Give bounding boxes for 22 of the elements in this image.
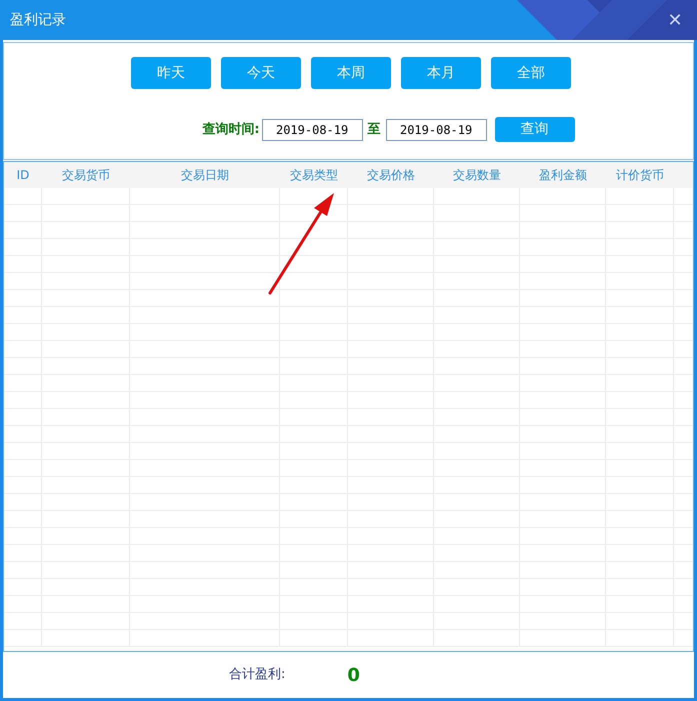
end-date-field[interactable]: 2019-08-19 xyxy=(386,118,487,140)
close-button[interactable]: ✕ xyxy=(663,8,687,32)
range-button[interactable]: 本周 xyxy=(311,57,391,89)
total-profit-label: 合计盈利: xyxy=(229,666,286,684)
start-date-field[interactable]: 2019-08-19 xyxy=(262,118,363,140)
range-button[interactable]: 全部 xyxy=(491,57,571,89)
separator-label: 至 xyxy=(368,120,381,139)
column-header[interactable]: 交易货币 xyxy=(42,162,130,188)
window-title: 盈利记录 xyxy=(10,10,66,30)
column-header[interactable]: 盈利金额 xyxy=(520,162,606,188)
range-button[interactable]: 本月 xyxy=(401,57,481,89)
range-button[interactable]: 今天 xyxy=(221,57,301,89)
column-header[interactable]: ID xyxy=(4,162,42,188)
column-header[interactable]: 交易类型 xyxy=(280,162,348,188)
total-profit-value: 0 xyxy=(347,664,360,688)
query-button[interactable]: 查询 xyxy=(494,117,575,142)
column-header[interactable]: 交易日期 xyxy=(130,162,280,188)
range-button[interactable]: 昨天 xyxy=(131,57,211,89)
query-label: 查询时间: xyxy=(202,120,260,139)
column-header[interactable]: 交易价格 xyxy=(348,162,434,188)
column-header[interactable]: 计价货币 xyxy=(606,162,674,188)
column-header[interactable]: 交易数量 xyxy=(434,162,520,188)
